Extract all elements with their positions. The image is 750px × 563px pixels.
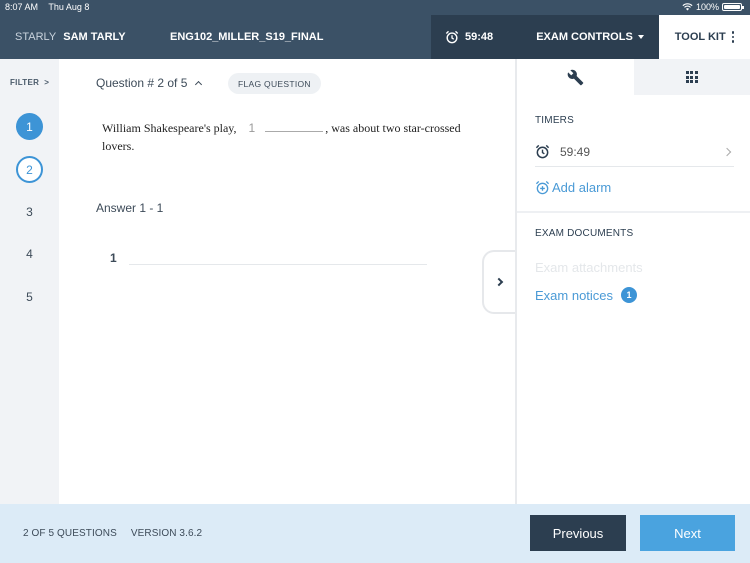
filter-button[interactable]: FILTER > xyxy=(10,78,49,87)
status-bar: 8:07 AM Thu Aug 8 100% xyxy=(0,0,750,14)
exam-notices-label: Exam notices xyxy=(535,287,614,303)
previous-button[interactable]: Previous xyxy=(530,515,626,551)
tab-tools[interactable] xyxy=(517,59,634,95)
question-nav-item[interactable]: 3 xyxy=(16,198,43,225)
add-alarm-button[interactable]: Add alarm xyxy=(535,180,611,195)
wrench-icon xyxy=(567,69,584,85)
question-header: Question # 2 of 5 xyxy=(96,76,188,90)
exam-app: 8:07 AM Thu Aug 8 100% STARLY SAM TARLY … xyxy=(0,0,750,563)
toolkit-button[interactable]: TOOL KIT xyxy=(659,15,750,59)
timer-row[interactable]: 59:49 xyxy=(535,137,734,167)
question-number: 1 xyxy=(26,119,33,134)
timer-row-value: 59:49 xyxy=(560,144,591,159)
app-version: VERSION 3.6.2 xyxy=(130,528,203,539)
answer-input[interactable] xyxy=(128,245,427,265)
flag-question-button[interactable]: FLAG QUESTION xyxy=(228,73,321,94)
battery-percent: 100% xyxy=(695,2,719,12)
exam-title: ENG102_MILLER_S19_FINAL xyxy=(170,31,324,43)
alarm-clock-icon xyxy=(445,30,459,44)
blank-number: 1 xyxy=(248,121,256,135)
question-number: 4 xyxy=(26,246,33,261)
exam-controls-dropdown[interactable]: EXAM CONTROLS xyxy=(521,15,659,59)
question-nav-item[interactable]: 2 xyxy=(16,156,43,183)
caret-down-icon xyxy=(637,35,644,39)
answer-label: Answer 1 - 1 xyxy=(96,201,164,215)
question-number: 2 xyxy=(26,162,33,177)
wifi-icon xyxy=(682,3,693,11)
answer-row: 1 xyxy=(110,245,427,265)
tab-calculator[interactable] xyxy=(633,59,750,95)
collapse-panel-button[interactable] xyxy=(482,250,516,314)
grid-icon xyxy=(685,71,698,83)
timers-section-title: TIMERS xyxy=(535,115,574,126)
next-button[interactable]: Next xyxy=(640,515,735,551)
answer-number: 1 xyxy=(110,251,117,265)
user-name: STARLY SAM TARLY xyxy=(15,31,126,43)
question-number: 5 xyxy=(26,289,33,304)
chevron-right-icon xyxy=(494,277,503,287)
section-divider xyxy=(517,211,750,213)
exam-attachments-link: Exam attachments xyxy=(535,260,643,275)
add-alarm-label: Add alarm xyxy=(552,180,612,195)
question-progress: 2 OF 5 QUESTIONS xyxy=(23,528,117,539)
exam-notices-link[interactable]: Exam notices 1 xyxy=(535,287,638,303)
header-bar: 8:07 AM Thu Aug 8 100% STARLY SAM TARLY … xyxy=(0,0,750,59)
chevron-right-icon: > xyxy=(41,78,50,87)
question-text: William Shakespeare's play, 1, was about … xyxy=(102,119,462,155)
question-nav-item[interactable]: 5 xyxy=(16,283,43,310)
exam-timer[interactable]: 59:48 xyxy=(431,15,521,59)
exam-documents-title: EXAM DOCUMENTS xyxy=(535,228,634,239)
user-first-name: STARLY xyxy=(15,31,57,43)
notices-count-badge: 1 xyxy=(621,287,638,303)
question-text-before: William Shakespeare's play, xyxy=(102,121,237,135)
alarm-clock-icon xyxy=(535,144,550,159)
filter-label: FILTER xyxy=(10,78,40,87)
user-last-name: SAM TARLY xyxy=(63,31,126,43)
question-number: 3 xyxy=(26,204,33,219)
chevron-up-icon xyxy=(195,80,203,89)
question-area: Question # 2 of 5 FLAG QUESTION William … xyxy=(59,59,516,504)
question-nav-item[interactable]: 1 xyxy=(16,113,43,140)
exam-controls-label: EXAM CONTROLS xyxy=(536,31,633,43)
question-header-toggle[interactable]: Question # 2 of 5 xyxy=(96,76,203,90)
status-time: 8:07 AM xyxy=(5,2,39,12)
toolkit-label: TOOL KIT xyxy=(674,31,726,43)
timer-value: 59:48 xyxy=(465,31,494,43)
question-nav-item[interactable]: 4 xyxy=(16,240,43,267)
toolkit-panel: TIMERS 59:49 Add alarm EXAM DOCUMENTS Ex… xyxy=(515,59,750,504)
toolkit-tabs xyxy=(517,59,750,95)
kebab-menu-icon xyxy=(731,31,735,43)
blank-line xyxy=(265,122,324,132)
status-date: Thu Aug 8 xyxy=(48,2,90,12)
battery-icon xyxy=(722,3,744,11)
chevron-right-icon xyxy=(722,147,732,156)
question-navigator: FILTER > 1 2 3 4 5 xyxy=(0,59,59,504)
footer-bar: 2 OF 5 QUESTIONS VERSION 3.6.2 Previous … xyxy=(0,504,750,563)
add-alarm-icon xyxy=(535,180,550,195)
